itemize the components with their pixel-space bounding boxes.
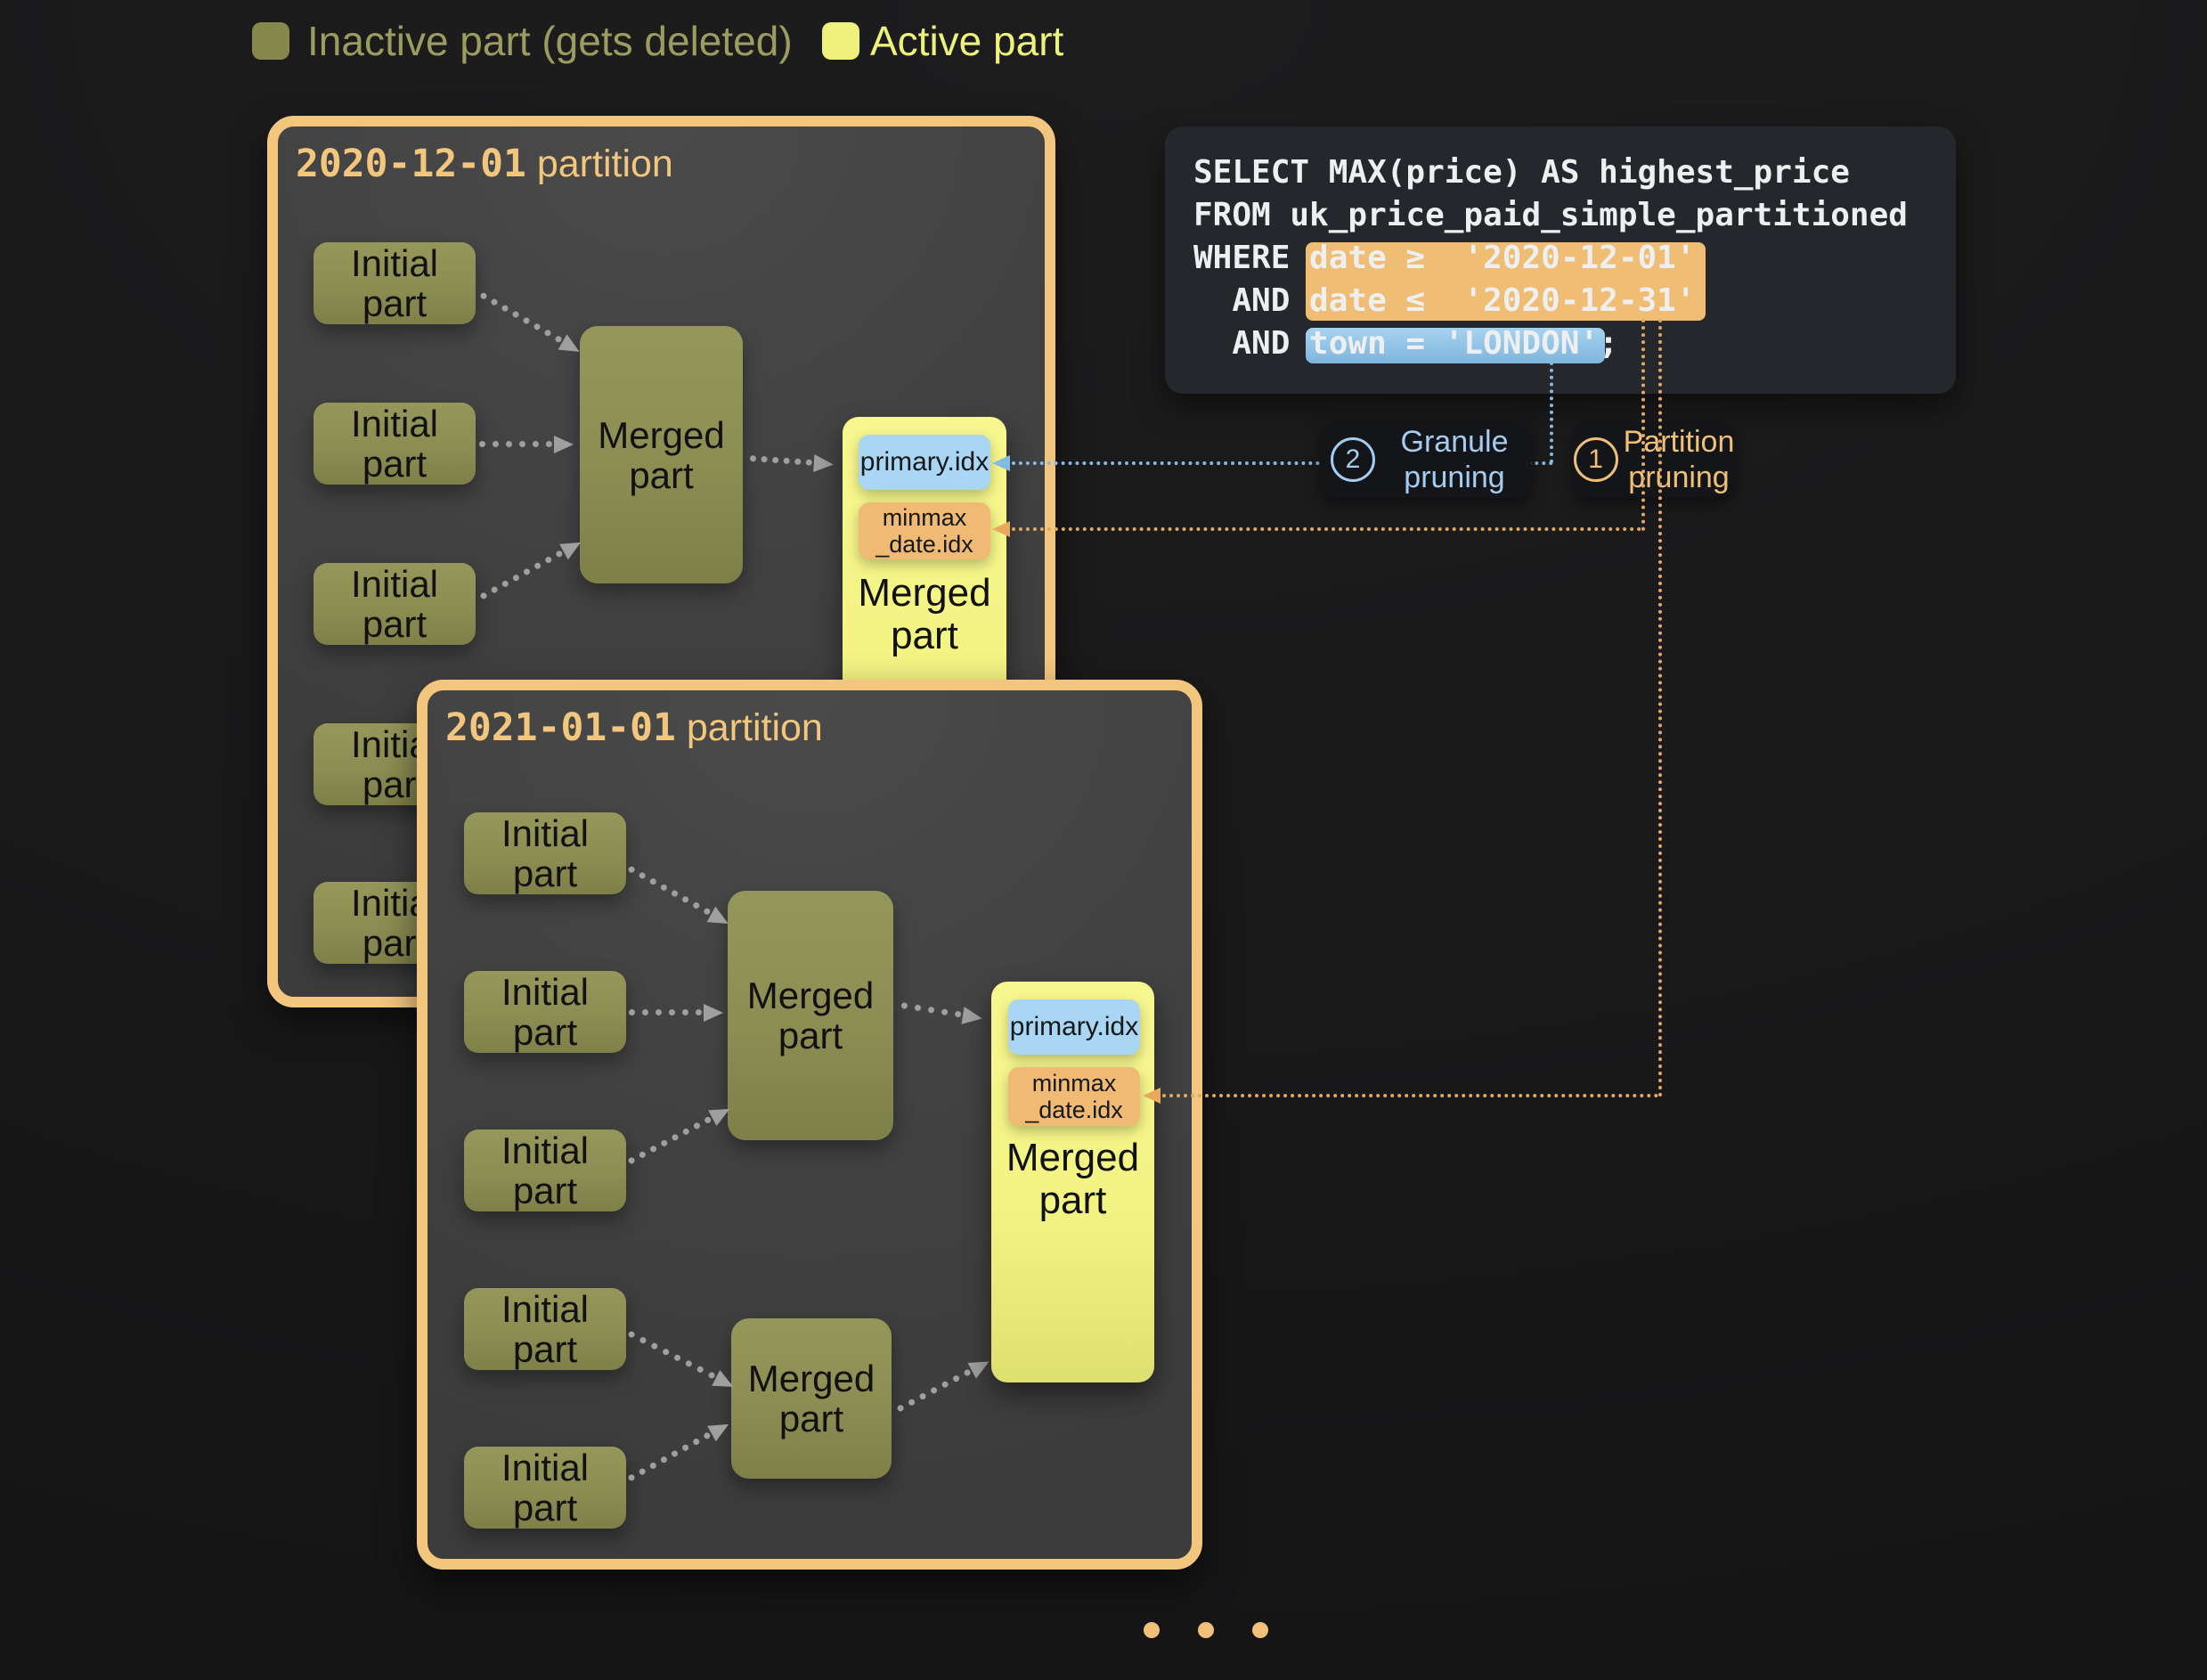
partition-arrowhead-icon bbox=[992, 521, 1010, 537]
partition-connector-horizontal bbox=[1162, 1094, 1658, 1097]
partition-connector-vertical bbox=[1641, 319, 1645, 531]
partition-connector-horizontal bbox=[1012, 527, 1641, 531]
partition-connector-vertical bbox=[1658, 319, 1662, 1097]
diagram-canvas: Inactive part (gets deleted) Active part… bbox=[0, 0, 2207, 1680]
partition-arrowhead-icon bbox=[1143, 1088, 1161, 1104]
